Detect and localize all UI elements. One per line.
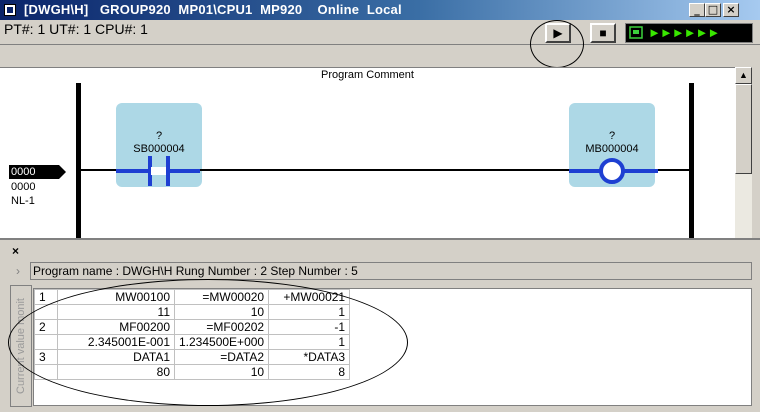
rung-step-label: 0000 bbox=[11, 181, 36, 193]
panel-splitter[interactable] bbox=[0, 238, 760, 240]
expand-arrow-icon[interactable]: › bbox=[16, 264, 20, 278]
monitor-indicator: ►►►►►► bbox=[625, 23, 753, 43]
contact-gap bbox=[151, 167, 166, 175]
coil-comment: ? bbox=[608, 130, 616, 142]
contact-address: SB000004 bbox=[133, 143, 185, 155]
minimize-button[interactable]: _ bbox=[689, 3, 705, 17]
monitor-arrows-icon: ►►►►►► bbox=[648, 25, 720, 40]
title-bar[interactable]: [DWGH\H] GROUP920 MP01\CPU1 MP920 Online… bbox=[0, 0, 760, 20]
left-power-rail bbox=[76, 83, 81, 238]
app-icon bbox=[4, 4, 16, 16]
right-power-rail bbox=[689, 83, 694, 238]
callout-circle bbox=[530, 20, 584, 68]
coil-icon bbox=[599, 158, 625, 184]
coil-address: MB000004 bbox=[585, 143, 639, 155]
close-button[interactable]: × bbox=[723, 3, 739, 17]
scroll-up-icon: ▲ bbox=[739, 70, 748, 80]
contact-bar-right bbox=[166, 156, 170, 186]
status-text: PT#: 1 UT#: 1 CPU#: 1 bbox=[4, 21, 148, 37]
maximize-button[interactable]: □ bbox=[705, 3, 721, 17]
panel-close-icon[interactable]: × bbox=[12, 244, 19, 258]
stop-icon: ■ bbox=[599, 26, 607, 40]
program-info-bar: Program name : DWGH\H Rung Number : 2 St… bbox=[30, 262, 752, 280]
contact-comment: ? bbox=[155, 130, 163, 142]
rung-tag: 0000 bbox=[9, 165, 66, 179]
scroll-up-button[interactable]: ▲ bbox=[735, 67, 752, 84]
rung-nl-label: NL-1 bbox=[11, 195, 35, 207]
stop-button[interactable]: ■ bbox=[590, 23, 616, 43]
callout-oval bbox=[8, 279, 408, 406]
scrollbar-thumb[interactable] bbox=[735, 84, 752, 174]
program-comment: Program Comment bbox=[321, 69, 414, 81]
window-title: [DWGH\H] GROUP920 MP01\CPU1 MP920 Online… bbox=[24, 2, 402, 17]
